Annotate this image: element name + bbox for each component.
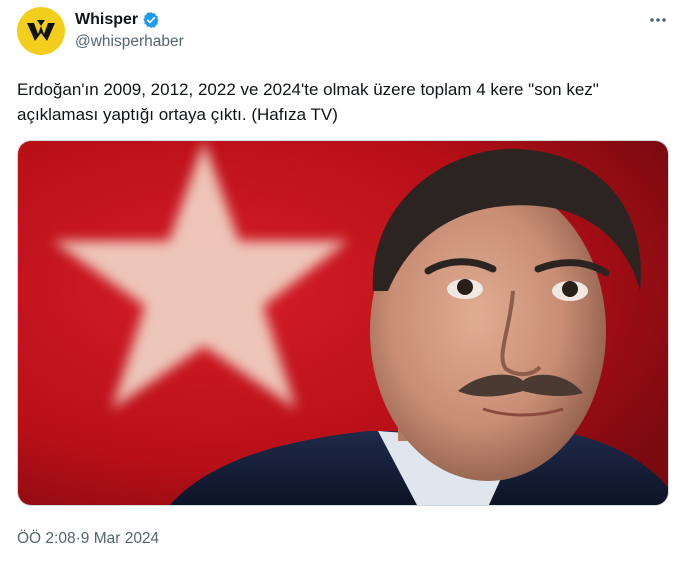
more-dots-icon: [650, 18, 666, 22]
author-display-name[interactable]: Whisper: [75, 11, 138, 29]
author-name-row: Whisper: [75, 9, 160, 31]
verified-badge-icon: [143, 12, 159, 28]
tweet-time: ÖÖ 2:08: [17, 530, 76, 547]
author-handle[interactable]: @whisperhaber: [75, 33, 184, 51]
avatar[interactable]: [17, 7, 65, 55]
tweet-media-image[interactable]: [17, 140, 669, 506]
portrait-photo-with-flag-background: [18, 141, 668, 505]
tweet-date: 9 Mar 2024: [80, 530, 160, 547]
tweet-text: Erdoğan'ın 2009, 2012, 2022 ve 2024'te o…: [17, 80, 604, 124]
more-options-button[interactable]: [648, 10, 668, 30]
whisper-w-logo-icon: [27, 20, 55, 41]
tweet-timestamp[interactable]: ÖÖ 2:08 · 9 Mar 2024: [17, 530, 159, 548]
